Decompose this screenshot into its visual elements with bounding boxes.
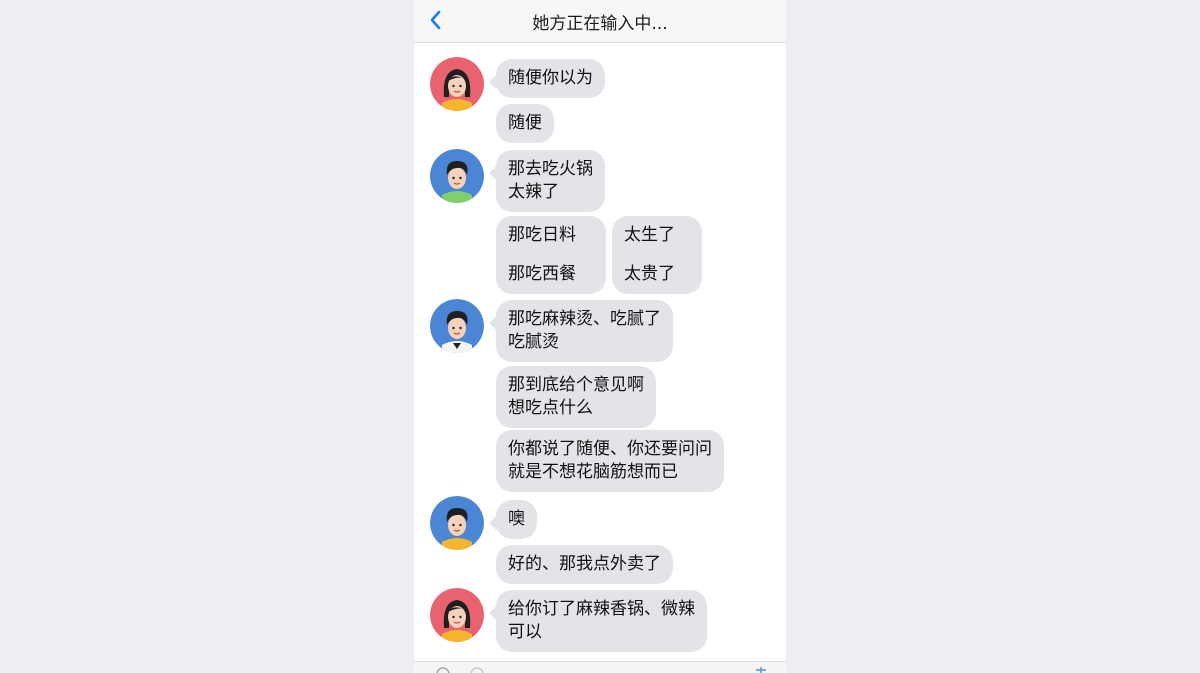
message-input-bar[interactable] xyxy=(414,661,786,673)
message-bubble: 好的、那我点外卖了 xyxy=(496,545,673,584)
female-avatar-icon[interactable] xyxy=(430,57,484,111)
emoji-icon[interactable] xyxy=(436,666,450,673)
message-bubble: 那吃日料 那吃西餐 xyxy=(496,216,606,294)
back-button[interactable] xyxy=(424,6,448,34)
chat-screen: 她方正在输入中... 随便你以为 随便 那去吃火锅 太辣了 那吃日料 那吃西餐 … xyxy=(414,0,786,673)
message-bubble: 那吃麻辣烫、吃腻了 吃腻烫 xyxy=(496,300,673,362)
message-bubble: 你都说了随便、你还要问问 就是不想花脑筋想而已 xyxy=(496,430,724,492)
male-avatar-icon[interactable] xyxy=(430,149,484,203)
message-bubble: 太生了 太贵了 xyxy=(612,216,702,294)
chevron-left-icon xyxy=(430,10,441,30)
message-bubble: 噢 xyxy=(496,500,537,539)
female-avatar-icon[interactable] xyxy=(430,588,484,642)
male-avatar-icon[interactable] xyxy=(430,496,484,550)
male-avatar-icon[interactable] xyxy=(430,299,484,353)
message-bubble: 随便你以为 xyxy=(496,59,605,98)
message-bubble: 给你订了麻辣香锅、微辣 可以 xyxy=(496,590,707,652)
message-bubble: 那去吃火锅 太辣了 xyxy=(496,150,605,212)
add-icon[interactable] xyxy=(754,666,768,673)
chat-title: 她方正在输入中... xyxy=(532,14,668,34)
voice-icon[interactable] xyxy=(470,666,484,673)
message-bubble: 那到底给个意见啊 想吃点什么 xyxy=(496,366,656,428)
nav-bar: 她方正在输入中... xyxy=(414,0,786,43)
message-bubble: 随便 xyxy=(496,104,554,143)
